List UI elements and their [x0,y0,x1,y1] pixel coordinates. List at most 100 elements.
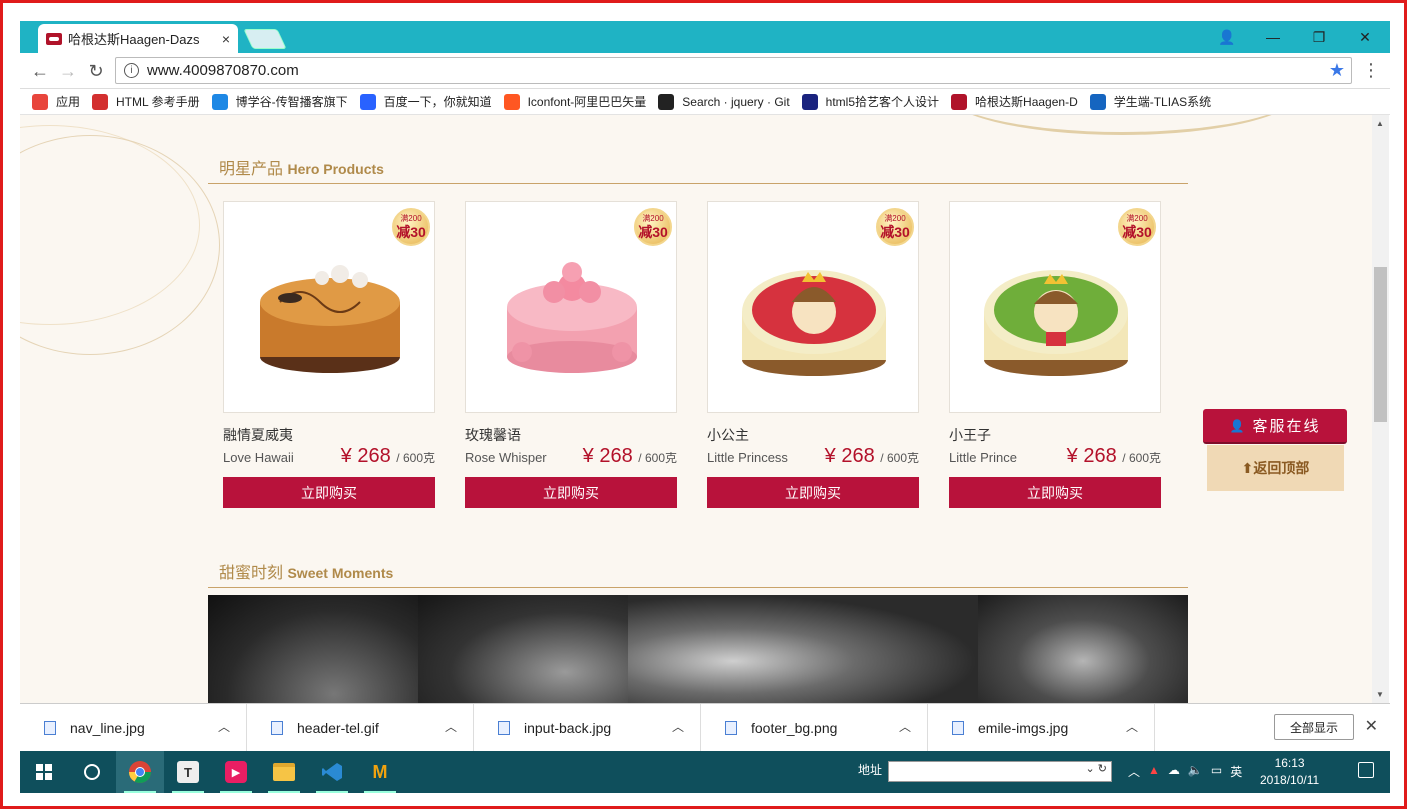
product-name[interactable]: 小王子 [949,425,1161,445]
close-downloads-icon[interactable]: ✕ [1365,716,1378,736]
new-tab-button[interactable] [243,29,287,49]
download-item[interactable]: nav_line.jpg ︿ [20,703,247,752]
tab-close-icon[interactable]: × [222,31,230,47]
sweet-moments-heading: 甜蜜时刻 Sweet Moments [208,559,1188,588]
network-app-icon[interactable]: ▲ [1148,763,1160,780]
chrome-taskbar-icon[interactable] [116,751,164,793]
chevron-up-icon[interactable]: ︿ [1128,763,1140,780]
apps-grid-icon [32,93,48,110]
chevron-up-icon[interactable]: ︿ [672,718,684,735]
product-image[interactable]: 满200 减30 [465,201,677,413]
badge-big: 减30 [1122,224,1152,240]
buy-now-button[interactable]: 立即购买 [465,477,677,508]
customer-service-button[interactable]: 👤 客服在线 [1203,409,1347,444]
bookmark-favicon-icon [211,93,228,110]
bookmark-item[interactable]: 应用 [32,93,80,110]
address-toolbar-input[interactable]: ⌄ ↻ [888,761,1112,782]
image-file-icon [498,720,510,735]
app-taskbar-icon[interactable]: M [356,751,404,793]
hero-products-heading: 明星产品 Hero Products [208,155,1188,184]
url-text: www.4009870870.com [147,62,299,79]
windows-start-icon[interactable] [20,751,68,793]
weather-icon[interactable]: ☁ [1168,763,1180,780]
buy-now-button[interactable]: 立即购买 [949,477,1161,508]
notifications-icon[interactable] [1358,762,1374,778]
buy-now-button[interactable]: 立即购买 [707,477,919,508]
cortana-search-icon[interactable] [68,751,116,793]
media-player-taskbar-icon[interactable]: ▶ [212,751,260,793]
bookmark-item[interactable]: 学生端-TLIAS系统 [1089,93,1211,110]
chevron-up-icon[interactable]: ︿ [445,718,457,735]
download-item[interactable]: input-back.jpg ︿ [474,703,701,752]
vscode-taskbar-icon[interactable] [308,751,356,793]
show-all-downloads-button[interactable]: 全部显示 [1274,714,1354,740]
minimize-button[interactable]: — [1250,21,1296,53]
restore-button[interactable]: ❐ [1296,21,1342,53]
download-item[interactable]: footer_bg.png ︿ [701,703,928,752]
cake-image [250,252,410,382]
back-to-top-button[interactable]: ⬆ 返回顶部 [1207,445,1344,491]
product-name[interactable]: 融情夏威夷 [223,425,435,445]
info-icon[interactable]: i [124,63,139,78]
reload-icon[interactable]: ↻ [84,59,108,83]
chevron-up-icon[interactable]: ︿ [218,718,230,735]
menu-dots-icon[interactable]: ⋮ [1362,60,1380,81]
scroll-up-icon[interactable]: ▲ [1376,119,1384,128]
download-item[interactable]: emile-imgs.jpg ︿ [928,703,1155,752]
bookmark-item[interactable]: 博学谷-传智播客旗下 [211,93,348,110]
price-unit: / 600克 [1122,451,1161,465]
product-name[interactable]: 小公主 [707,425,919,445]
download-item[interactable]: header-tel.gif ︿ [247,703,474,752]
bookmark-star-icon[interactable]: ★ [1329,60,1345,81]
system-clock[interactable]: 16:13 2018/10/11 [1260,755,1319,789]
badge-big: 减30 [880,224,910,240]
file-explorer-taskbar-icon[interactable] [260,751,308,793]
price-value: ¥ 268 [824,445,875,467]
bookmark-item[interactable]: 百度一下，你就知道 [359,93,492,110]
price-value: ¥ 268 [340,445,391,467]
back-arrow-icon[interactable]: ← [28,59,52,83]
volume-icon[interactable]: 🔈 [1188,763,1203,780]
forward-arrow-icon[interactable]: → [56,59,80,83]
vertical-scrollbar[interactable]: ▲ ▼ [1372,115,1389,703]
cake-image [492,252,652,382]
close-window-button[interactable]: ✕ [1342,21,1388,53]
scroll-down-icon[interactable]: ▼ [1376,690,1384,699]
bookmark-label: 应用 [56,95,81,109]
buy-now-button[interactable]: 立即购买 [223,477,435,508]
bookmark-favicon-icon [951,93,968,110]
price-unit: / 600克 [880,451,919,465]
totop-label: 返回顶部 [1253,460,1310,476]
bookmark-favicon-icon [503,93,520,110]
bookmark-item[interactable]: HTML 参考手册 [92,93,200,110]
browser-tab[interactable]: 哈根达斯Haagen-Dazs × [38,24,238,53]
product-image[interactable]: 满200 减30 [949,201,1161,413]
chevron-up-icon[interactable]: ︿ [899,718,911,735]
web-page: 明星产品 Hero Products 满200 减30 融情夏威夷 Love Hawa… [20,115,1372,703]
product-english-name: Love Hawaii [223,450,294,465]
product-price: ¥ 268 / 600克 [341,445,435,468]
bookmark-item[interactable]: html5拾艺客个人设计 [801,93,939,110]
bookmark-item[interactable]: Search · jquery · Git [658,93,790,110]
bookmark-item[interactable]: Iconfont-阿里巴巴矢量 [503,93,646,110]
product-card: 满200 减30 小公主 Little Princess ¥ 268 / 600克 立即购… [707,201,919,508]
product-english-name: Little Prince [949,450,1017,465]
ime-indicator[interactable]: 英 [1230,763,1242,780]
bookmark-favicon-icon [92,93,109,110]
account-icon[interactable]: 👤 [1204,21,1250,53]
bookmark-favicon-icon [1089,93,1106,110]
download-filename: emile-imgs.jpg [978,719,1069,736]
chevron-up-icon[interactable]: ︿ [1126,718,1138,735]
typora-taskbar-icon[interactable]: T [164,751,212,793]
product-name[interactable]: 玫瑰馨语 [465,425,677,445]
display-icon[interactable]: ▭ [1211,763,1222,780]
product-image[interactable]: 满200 减30 [707,201,919,413]
address-bar[interactable]: i www.4009870870.com ★ [115,57,1352,84]
download-items: nav_line.jpg ︿ header-tel.gif ︿ input-back.j… [20,703,1155,752]
bookmark-item[interactable]: 哈根达斯Haagen-D [951,93,1078,110]
sweet-moments-photo[interactable] [208,595,1188,703]
product-image[interactable]: 满200 减30 [223,201,435,413]
price-unit: / 600克 [638,451,677,465]
scrollbar-thumb[interactable] [1374,267,1387,422]
bookmark-label: 哈根达斯Haagen-D [975,95,1078,109]
